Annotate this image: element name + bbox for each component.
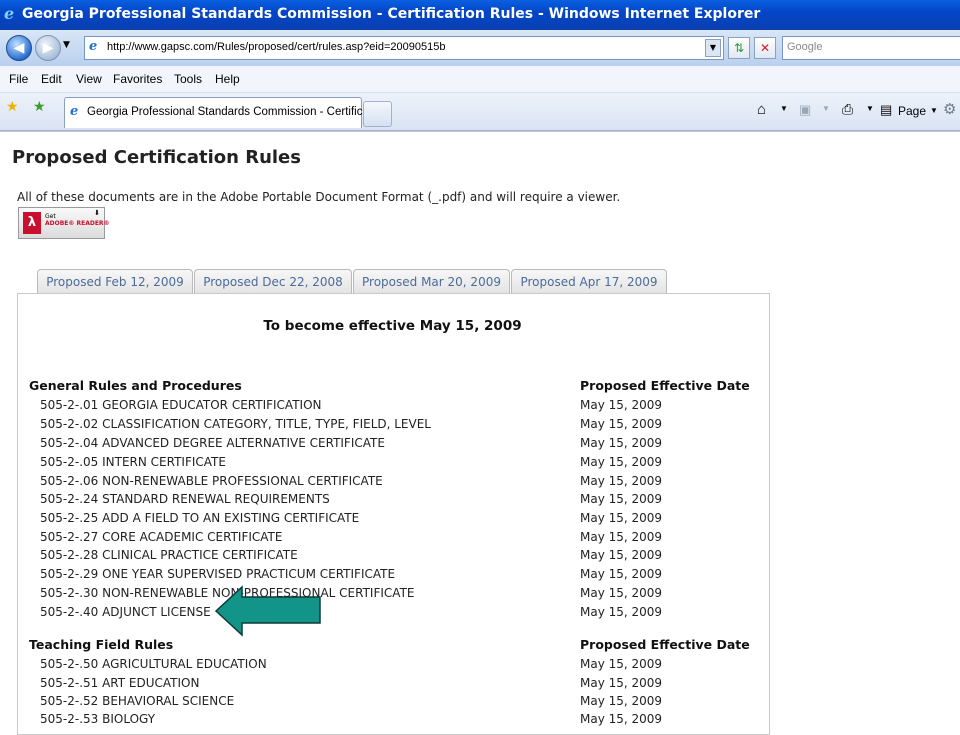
address-field[interactable]: e http://www.gapsc.com/Rules/proposed/ce… [84, 36, 724, 60]
rule-link[interactable]: 505-2-.40 ADJUNCT LICENSE [40, 605, 211, 619]
rule-date: May 15, 2009 [580, 398, 663, 412]
rule-link[interactable]: 505-2-.05 INTERN CERTIFICATE [40, 455, 226, 469]
rule-link[interactable]: 505-2-.24 STANDARD RENEWAL REQUIREMENTS [40, 492, 330, 506]
tab-proposed-dec-22[interactable]: Proposed Dec 22, 2008 [194, 269, 352, 294]
home-icon[interactable]: ⌂ [757, 101, 766, 118]
rule-link[interactable]: 505-2-.29 ONE YEAR SUPERVISED PRACTICUM … [40, 567, 395, 581]
rule-date: May 15, 2009 [580, 492, 663, 506]
rule-date: May 15, 2009 [580, 694, 663, 708]
rule-date: May 15, 2009 [580, 436, 663, 450]
adobe-badge-line2: ADOBE® READER® [45, 220, 110, 227]
rule-link[interactable]: 505-2-.51 ART EDUCATION [40, 676, 199, 690]
rule-date: May 15, 2009 [580, 474, 663, 488]
section-heading-general: General Rules and Procedures [29, 378, 242, 393]
browser-tab-label: Georgia Professional Standards Commissio… [87, 106, 379, 118]
effective-heading: To become effective May 15, 2009 [263, 318, 522, 334]
rule-date: May 15, 2009 [580, 417, 663, 431]
new-tab-button[interactable] [363, 101, 392, 127]
home-dropdown-icon[interactable]: ▼ [780, 104, 788, 113]
annotation-arrow-icon [214, 585, 321, 637]
rule-link[interactable]: 505-2-.04 ADVANCED DEGREE ALTERNATIVE CE… [40, 436, 385, 450]
rule-date: May 15, 2009 [580, 511, 663, 525]
page-icon[interactable]: ▤ [880, 102, 892, 118]
search-placeholder: Google [787, 41, 823, 53]
rule-link[interactable]: 505-2-.06 NON-RENEWABLE PROFESSIONAL CER… [40, 474, 383, 488]
rule-date: May 15, 2009 [580, 455, 663, 469]
forward-button[interactable]: ▶ [35, 35, 61, 61]
rule-date: May 15, 2009 [580, 657, 663, 671]
effective-date-header: Proposed Effective Date [580, 378, 750, 393]
tab-proposed-mar-20[interactable]: Proposed Mar 20, 2009 [353, 269, 510, 294]
window-title: Georgia Professional Standards Commissio… [22, 6, 761, 22]
search-input[interactable]: Google [782, 36, 960, 60]
feeds-dropdown-icon[interactable]: ▼ [822, 104, 830, 113]
menu-favorites[interactable]: Favorites [113, 72, 162, 86]
title-bar: e Georgia Professional Standards Commiss… [0, 0, 960, 30]
ie-logo-icon: e [4, 4, 15, 23]
menu-view[interactable]: View [76, 72, 102, 86]
download-arrow-icon: ⬇ [94, 209, 100, 217]
feeds-icon[interactable]: ▣ [799, 102, 811, 118]
rule-link[interactable]: 505-2-.01 GEORGIA EDUCATOR CERTIFICATION [40, 398, 322, 412]
page-favicon-icon: e [89, 39, 98, 54]
page-title: Proposed Certification Rules [12, 147, 301, 168]
rule-link[interactable]: 505-2-.25 ADD A FIELD TO AN EXISTING CER… [40, 511, 359, 525]
rule-date: May 15, 2009 [580, 567, 663, 581]
print-icon[interactable]: ⎙ [842, 101, 853, 118]
rule-date: May 15, 2009 [580, 605, 663, 619]
get-adobe-reader-badge[interactable]: λ Get ADOBE® READER® ⬇ [18, 207, 110, 239]
rule-link[interactable]: 505-2-.53 BIOLOGY [40, 712, 155, 726]
rule-link[interactable]: 505-2-.50 AGRICULTURAL EDUCATION [40, 657, 267, 671]
menu-file[interactable]: File [9, 72, 28, 86]
favorites-star-icon[interactable]: ★ [6, 99, 19, 115]
add-favorite-icon[interactable]: ★ [33, 99, 46, 115]
effective-date-header: Proposed Effective Date [580, 637, 750, 652]
back-button[interactable]: ◀ [6, 35, 32, 61]
tab-proposed-apr-17[interactable]: Proposed Apr 17, 2009 [511, 269, 667, 294]
refresh-button[interactable]: ⇅ [728, 37, 750, 59]
rule-link[interactable]: 505-2-.52 BEHAVIORAL SCIENCE [40, 694, 234, 708]
tab-favicon-icon: e [70, 104, 79, 119]
menu-tools[interactable]: Tools [174, 72, 202, 86]
address-dropdown-icon[interactable]: ▼ [705, 39, 721, 57]
browser-tab-active[interactable]: e Georgia Professional Standards Commiss… [64, 97, 378, 128]
rule-link[interactable]: 505-2-.28 CLINICAL PRACTICE CERTIFICATE [40, 548, 298, 562]
menu-edit[interactable]: Edit [41, 72, 62, 86]
recent-pages-dropdown-icon[interactable]: ▼ [63, 40, 70, 50]
menu-bar: File Edit View Favorites Tools Help [0, 66, 960, 93]
menu-help[interactable]: Help [215, 72, 240, 86]
tools-gear-icon[interactable]: ⚙ [943, 100, 956, 118]
rule-link[interactable]: 505-2-.27 CORE ACADEMIC CERTIFICATE [40, 530, 282, 544]
tab-proposed-feb-12[interactable]: Proposed Feb 12, 2009 [37, 269, 193, 294]
rule-date: May 15, 2009 [580, 530, 663, 544]
stop-button[interactable]: ✕ [754, 37, 776, 59]
page-menu-button[interactable]: Page [898, 104, 926, 118]
rule-date: May 15, 2009 [580, 676, 663, 690]
print-dropdown-icon[interactable]: ▼ [866, 104, 874, 113]
rule-date: May 15, 2009 [580, 548, 663, 562]
adobe-pdf-icon: λ [23, 212, 41, 234]
url-text: http://www.gapsc.com/Rules/proposed/cert… [107, 41, 446, 53]
rule-date: May 15, 2009 [580, 712, 663, 726]
section-heading-teaching-field: Teaching Field Rules [29, 637, 174, 652]
rule-link[interactable]: 505-2-.02 CLASSIFICATION CATEGORY, TITLE… [40, 417, 431, 431]
rule-date: May 15, 2009 [580, 586, 663, 600]
page-dropdown-icon[interactable]: ▼ [930, 106, 938, 115]
intro-text: All of these documents are in the Adobe … [17, 190, 621, 204]
